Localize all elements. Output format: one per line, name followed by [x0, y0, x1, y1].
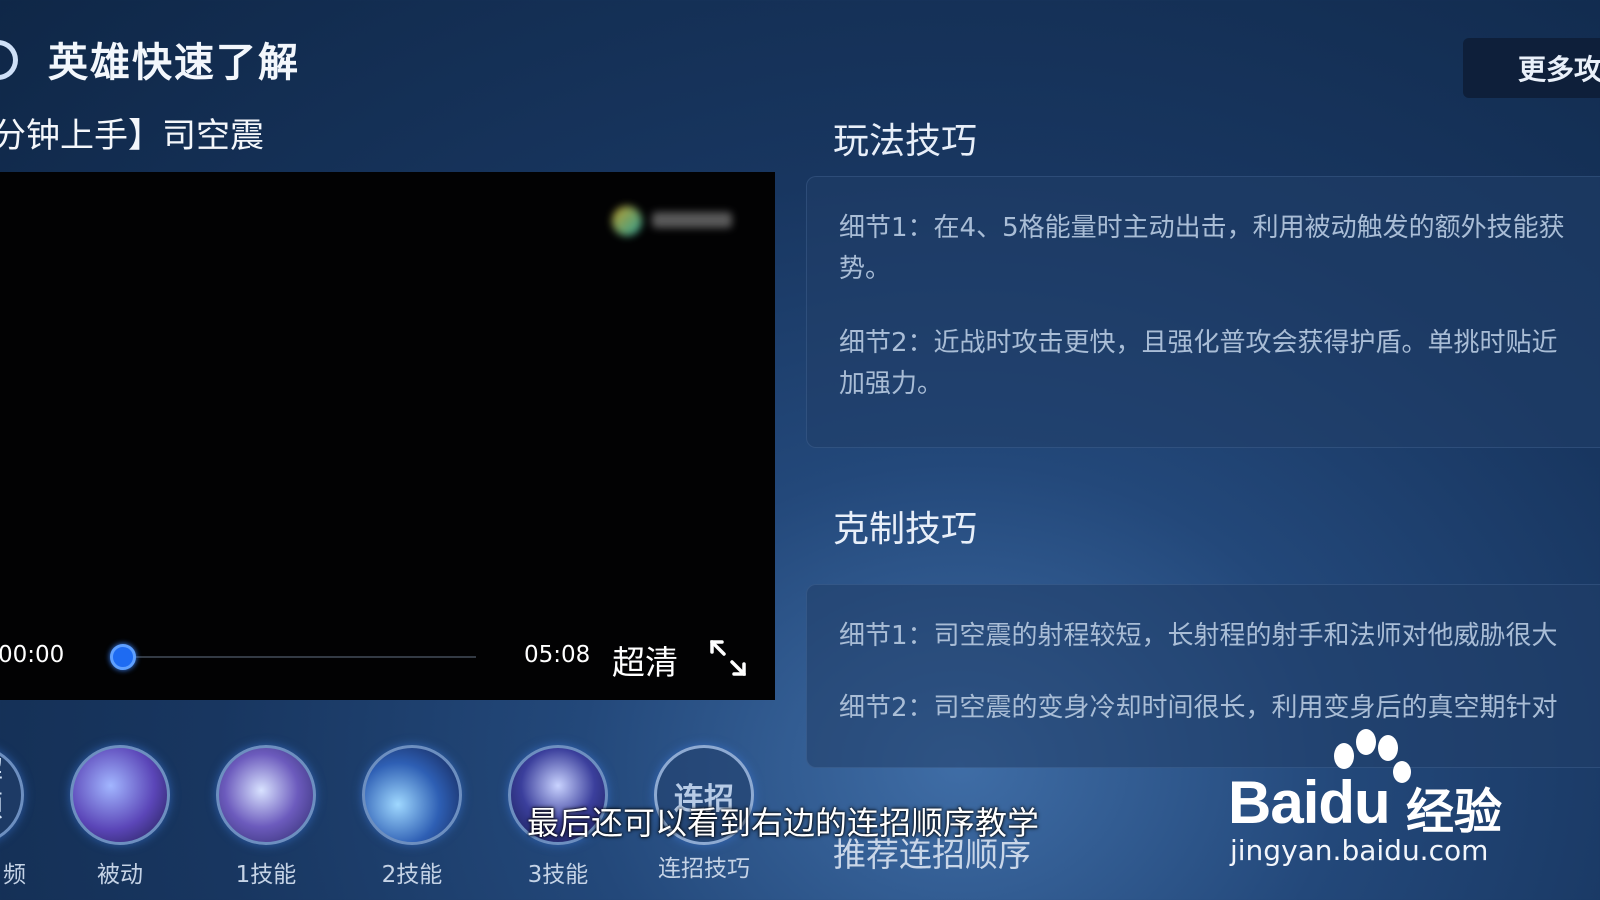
video-subtitle: 最后还可以看到右边的连招顺序教学	[527, 804, 1040, 842]
play-tip-line: 细节2：近战时攻击更快，且强化普攻会获得护盾。单挑时贴近	[839, 328, 1558, 358]
progress-knob[interactable]	[110, 644, 136, 670]
play-tips-panel: 细节1：在4、5格能量时主动出击，利用被动触发的额外技能获 势。 细节2：近战时…	[806, 176, 1600, 448]
counter-tip-line: 细节1：司空震的射程较短，长射程的射手和法师对他威胁很大	[839, 621, 1558, 651]
skill-label: 3技能	[527, 862, 589, 888]
skill-label: 频	[3, 862, 26, 888]
skill-label: 连招技巧	[658, 856, 750, 882]
counter-tip-line: 细节2：司空震的变身冷却时间很长，利用变身后的真空期针对	[839, 693, 1558, 723]
skill1-icon	[216, 745, 316, 845]
play-tip-line: 势。	[839, 254, 892, 284]
page-title: 英雄快速了解	[48, 40, 300, 86]
baidu-url: jingyan.baidu.com	[1230, 834, 1489, 867]
skill2-icon	[362, 745, 462, 845]
header-icon	[0, 40, 18, 80]
skill-1[interactable]: 1技能	[214, 745, 318, 889]
skill-2[interactable]: 2技能	[360, 745, 464, 889]
current-time: 00:00	[0, 642, 65, 668]
jingyan-wordmark: 经验	[1406, 784, 1503, 840]
video-title: 分钟上手】司空震	[0, 116, 264, 156]
counter-tips-title: 克制技巧	[833, 509, 978, 550]
video-watermark-logo	[612, 202, 742, 238]
skill-passive[interactable]: 被动	[68, 745, 172, 889]
quality-button[interactable]: 超清	[612, 636, 678, 684]
skill-video-tab[interactable]: 解 频 频	[0, 745, 26, 889]
play-tip-line: 细节1：在4、5格能量时主动出击，利用被动触发的额外技能获	[839, 213, 1565, 243]
baidu-watermark: Baidu 经验 jingyan.baidu.com	[1210, 728, 1530, 878]
progress-track[interactable]	[122, 656, 476, 658]
video-player[interactable]: 00:00 05:08 超清	[0, 172, 775, 700]
baidu-wordmark: Baidu	[1228, 769, 1391, 836]
play-tips-title: 玩法技巧	[833, 121, 978, 162]
fullscreen-icon[interactable]	[708, 638, 748, 678]
play-tip-line: 加强力。	[839, 369, 944, 399]
skill-label: 被动	[97, 862, 143, 888]
more-strategies-button[interactable]: 更多攻	[1463, 38, 1600, 98]
passive-skill-icon	[70, 745, 170, 845]
skill-label: 2技能	[381, 862, 443, 888]
video-tab-icon: 解 频	[0, 745, 24, 845]
duration: 05:08	[524, 642, 591, 668]
skill-label: 1技能	[235, 862, 297, 888]
